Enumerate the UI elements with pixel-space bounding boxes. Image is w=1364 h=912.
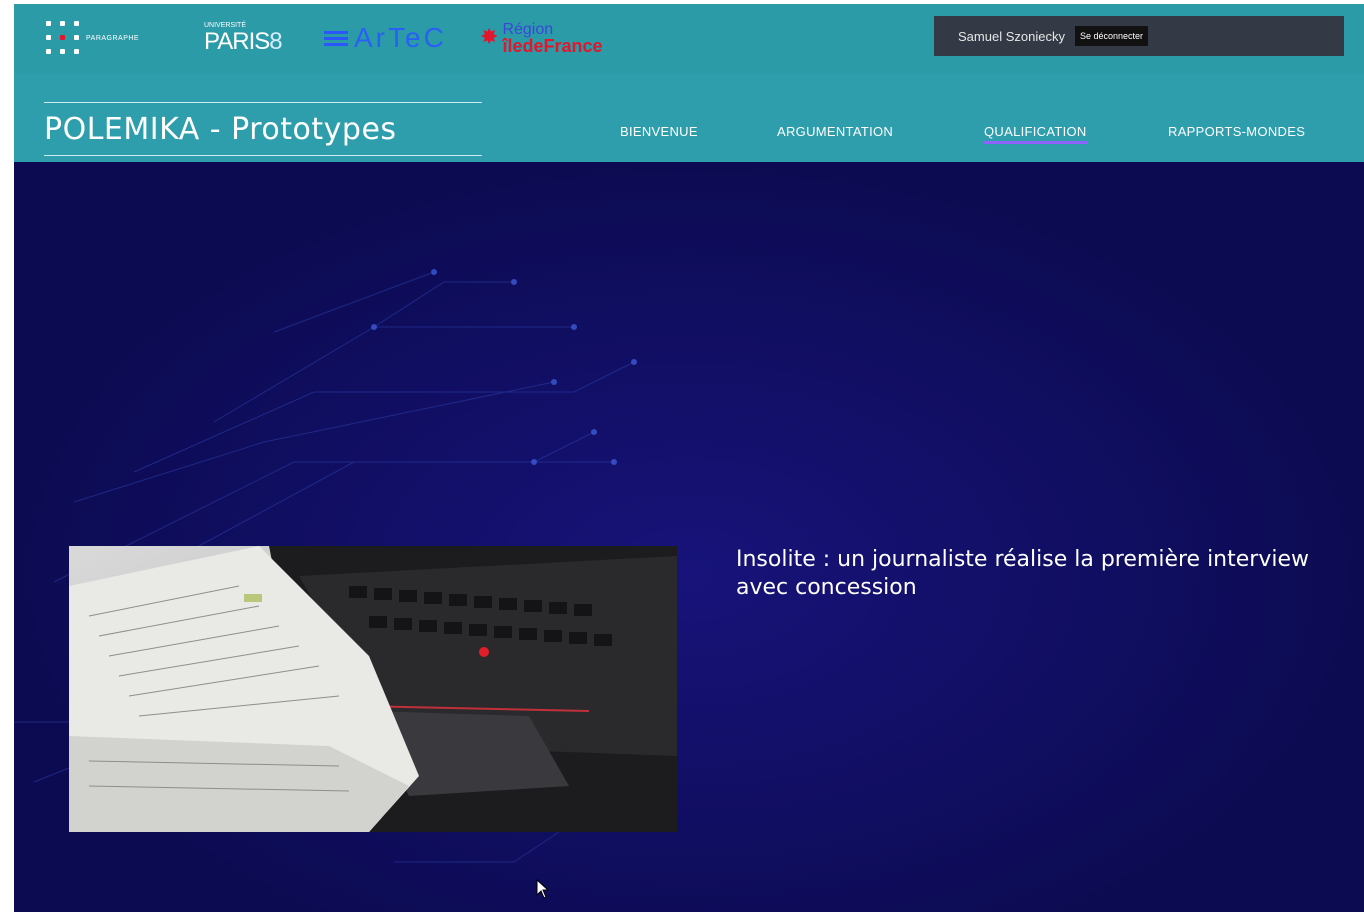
mouse-cursor-icon	[536, 879, 550, 899]
paris8-logo[interactable]: UNIVERSITÉ PARIS8	[204, 14, 314, 62]
user-name: Samuel Szoniecky	[958, 28, 1065, 44]
idf-text-stack: Région îledeFrance	[502, 21, 602, 55]
logo-bar: PARAGRAPHE UNIVERSITÉ PARIS8 ArTeC ✸ Rég…	[14, 4, 1364, 74]
paragraphe-dots-icon	[46, 21, 80, 55]
idf-logo[interactable]: ✸ Région îledeFrance	[480, 14, 660, 62]
logout-button[interactable]: Se déconnecter	[1074, 26, 1148, 46]
artec-bars-icon	[324, 30, 348, 46]
site-title[interactable]: POLEMIKA - Prototypes	[44, 112, 397, 147]
paris8-number: 8	[269, 28, 282, 55]
artec-logo[interactable]: ArTeC	[324, 14, 464, 62]
hero-section: Insolite : un journaliste réalise la pre…	[14, 162, 1364, 912]
nav-bienvenue[interactable]: BIENVENUE	[620, 124, 698, 139]
site-title-wrap: POLEMIKA - Prototypes	[44, 102, 482, 156]
paris8-wordmark: PARIS8	[204, 28, 283, 55]
nav-rapports-mondes[interactable]: RAPPORTS-MONDES	[1168, 124, 1305, 139]
paragraphe-logo-text: PARAGRAPHE	[86, 34, 140, 42]
paragraphe-logo[interactable]: PARAGRAPHE	[46, 14, 186, 62]
nav-qualification[interactable]: QUALIFICATION	[984, 124, 1087, 144]
artec-logo-text: ArTeC	[354, 22, 447, 53]
article-photo[interactable]	[69, 546, 677, 832]
paris8-big-text: PARIS	[204, 28, 270, 55]
user-box: Samuel Szoniecky Se déconnecter	[934, 16, 1344, 56]
newspaper-laptop-icon	[69, 546, 677, 832]
article-headline[interactable]: Insolite : un journaliste réalise la pre…	[736, 546, 1336, 602]
page-frame: PARAGRAPHE UNIVERSITÉ PARIS8 ArTeC ✸ Rég…	[14, 4, 1364, 912]
idf-star-icon: ✸	[480, 25, 499, 50]
nav-argumentation[interactable]: ARGUMENTATION	[777, 124, 893, 139]
nav-bar: POLEMIKA - Prototypes BIENVENUE ARGUMENT…	[14, 74, 1364, 162]
idf-line2: îledeFrance	[502, 36, 603, 56]
